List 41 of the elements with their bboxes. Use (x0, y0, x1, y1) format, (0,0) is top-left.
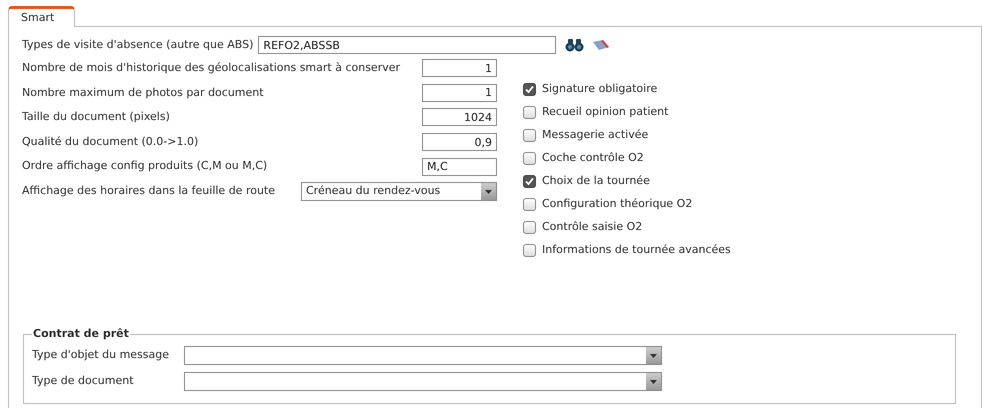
binoculars-icon[interactable] (565, 38, 586, 52)
checkbox-label: Signature obligatoire (542, 81, 658, 98)
field-label: Type de document (32, 373, 135, 390)
checkbox[interactable] (523, 198, 536, 211)
checkbox[interactable] (523, 83, 536, 96)
checkbox[interactable] (523, 175, 536, 188)
checkbox-label: Recueil opinion patient (542, 104, 668, 120)
caret-icon (646, 373, 661, 390)
field-label: Qualité du document (0.0->1.0) (22, 134, 198, 150)
checkbox-label: Contrôle saisie O2 (542, 219, 642, 236)
input-field[interactable]: 0,9 (422, 133, 497, 152)
input-field[interactable]: REFO2,ABSSB (258, 36, 556, 54)
input-field[interactable]: 1 (422, 84, 497, 102)
checkbox[interactable] (523, 244, 536, 257)
checkbox-label: Coche contrôle O2 (542, 150, 644, 166)
field-label: Affichage des horaires dans la feuille de route (22, 183, 276, 200)
field-label: Taille du document (pixels) (22, 109, 170, 126)
input-field[interactable]: M,C (422, 158, 497, 176)
input-field[interactable]: 1 (422, 59, 497, 78)
field-label: Nombre de mois d'historique des géolocalisations smart à conserver (22, 60, 400, 76)
field-label: Types de visite d'absence (autre que ABS) (22, 36, 254, 53)
checkbox[interactable] (523, 152, 536, 165)
field-label: Ordre affichage config produits (C,M ou M,C) (22, 158, 268, 174)
input-field[interactable]: 1024 (422, 108, 497, 126)
caret-icon (481, 182, 496, 200)
dropdown[interactable]: Créneau du rendez-vous (301, 182, 497, 201)
checkbox-label: Informations de tournée avancées (542, 242, 731, 258)
field-label: Nombre maximum de photos par document (22, 84, 264, 101)
checkbox[interactable] (523, 221, 536, 234)
checkbox-label: Choix de la tournée (542, 173, 650, 190)
fieldset-legend: Contrat de prêt (32, 326, 130, 342)
checkbox-label: Messagerie activée (542, 127, 648, 144)
dropdown[interactable] (184, 372, 662, 391)
checkbox[interactable] (523, 129, 536, 142)
checkbox-label: Configuration théorique O2 (542, 196, 692, 212)
eraser-icon[interactable] (592, 39, 610, 51)
checkbox[interactable] (523, 106, 536, 119)
dropdown[interactable] (184, 346, 662, 365)
field-label: Type d'objet du message (32, 347, 170, 364)
caret-icon (646, 347, 661, 364)
tab[interactable]: Smart (8, 6, 75, 27)
